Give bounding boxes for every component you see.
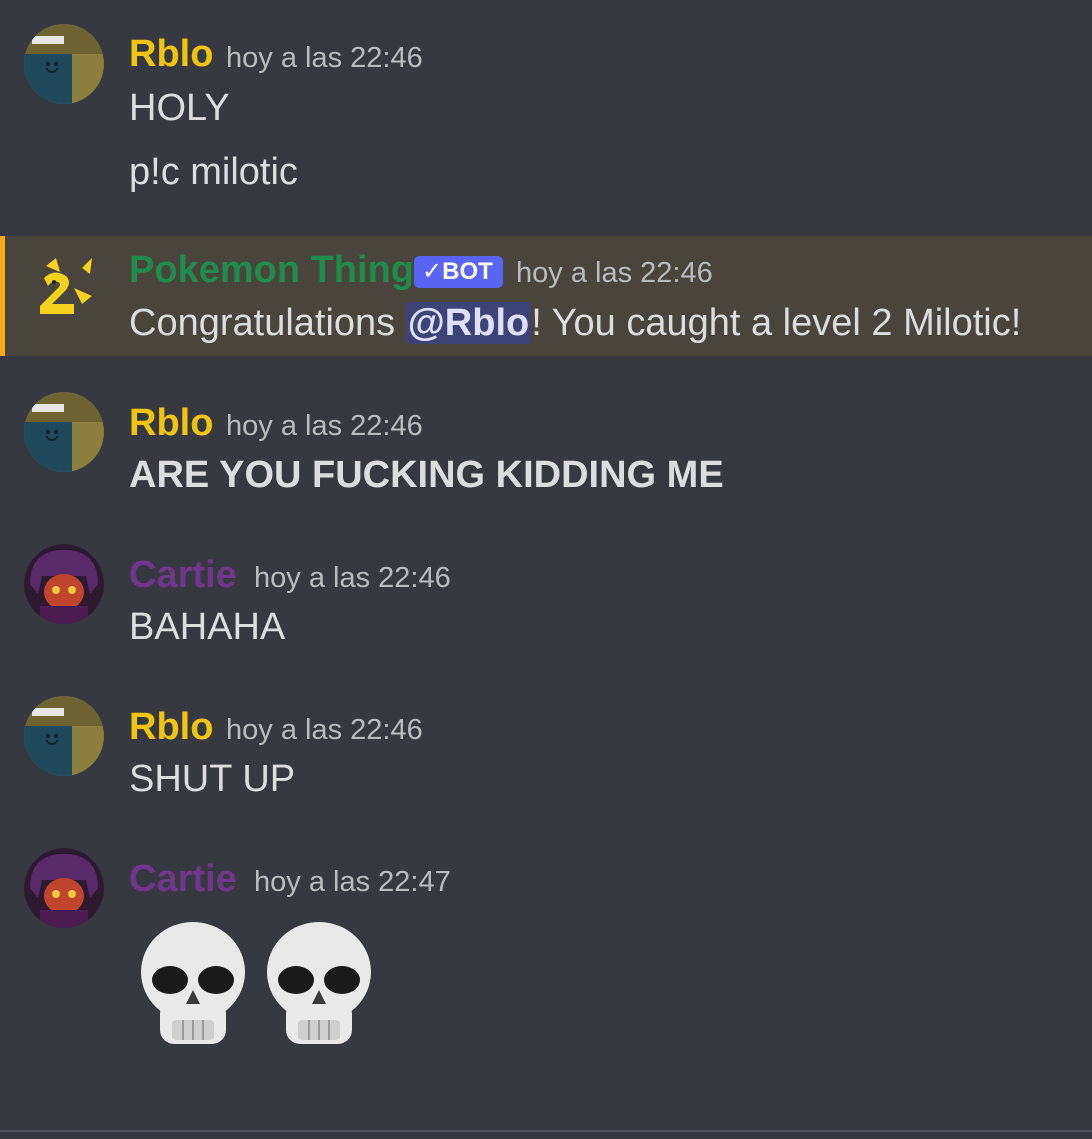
chat-message-list: Rblo hoy a las 22:46 HOLY p!c milotic Po… <box>0 0 1092 1139</box>
avatar-rblo[interactable] <box>24 24 104 104</box>
username-cartie[interactable]: Cartie <box>129 857 237 901</box>
message-timestamp[interactable]: hoy a las 22:46 <box>226 713 423 747</box>
avatar-rblo-image <box>24 392 104 472</box>
username-cartie[interactable]: Cartie <box>129 553 237 597</box>
avatar-rblo[interactable] <box>24 696 104 776</box>
pikachu-icon <box>40 258 92 314</box>
username-rblo[interactable]: Rblo <box>129 705 213 749</box>
message-text-after: ! You caught a level 2 Milotic! <box>531 302 1022 344</box>
avatar-pokemon-thing[interactable] <box>24 248 104 328</box>
message-timestamp[interactable]: hoy a las 22:46 <box>226 409 423 443</box>
username-pokemon-thing[interactable]: Pokemon Thing <box>129 248 414 292</box>
message-timestamp[interactable]: hoy a las 22:46 <box>226 41 423 75</box>
verified-check-icon: ✓ <box>422 258 443 285</box>
message-text: HOLY <box>129 87 230 129</box>
avatar-rblo-image <box>24 24 104 104</box>
message-timestamp[interactable]: hoy a las 22:47 <box>254 865 451 899</box>
avatar-cartie[interactable] <box>24 848 104 928</box>
avatar-rblo-image <box>24 696 104 776</box>
message-text: BAHAHA <box>129 606 286 648</box>
username-rblo[interactable]: Rblo <box>129 401 213 445</box>
message-text: ARE YOU FUCKING KIDDING ME <box>129 454 724 496</box>
bot-badge-label: BOT <box>442 258 493 285</box>
message-text-before: Congratulations <box>129 302 406 344</box>
avatar-rblo[interactable] <box>24 392 104 472</box>
bot-badge: ✓BOT <box>414 256 503 288</box>
user-mention[interactable]: @Rblo <box>405 302 532 344</box>
message-text: p!c milotic <box>129 151 298 193</box>
message-text: SHUT UP <box>129 758 296 800</box>
message-timestamp[interactable]: hoy a las 22:46 <box>254 561 451 595</box>
username-rblo[interactable]: Rblo <box>129 32 213 76</box>
skull-emoji[interactable] <box>264 920 374 1050</box>
composer-divider <box>0 1130 1092 1132</box>
avatar-cartie[interactable] <box>24 544 104 624</box>
mention-highlight-bar <box>0 236 5 356</box>
avatar-cartie-image <box>24 544 104 624</box>
message-timestamp[interactable]: hoy a las 22:46 <box>516 256 713 290</box>
skull-emoji[interactable] <box>138 920 248 1050</box>
avatar-cartie-image <box>24 848 104 928</box>
message-text: Congratulations @Rblo! You caught a leve… <box>129 300 1021 346</box>
